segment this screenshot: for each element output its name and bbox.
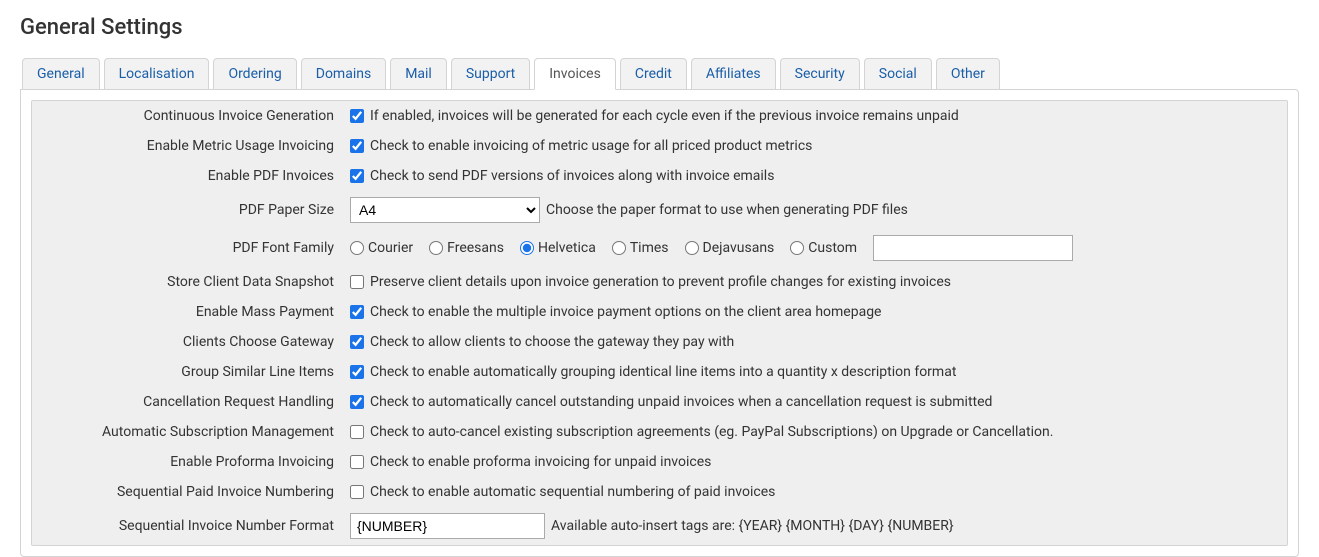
tab-general[interactable]: General: [22, 58, 100, 90]
tab-support[interactable]: Support: [451, 58, 530, 90]
settings-table: Continuous Invoice Generation If enabled…: [31, 100, 1288, 546]
row-proforma: Enable Proforma Invoicing Check to enabl…: [32, 447, 1287, 477]
tab-ordering[interactable]: Ordering: [213, 58, 296, 90]
desc-pdf-invoices: Check to send PDF versions of invoices a…: [370, 168, 774, 184]
radio-font-custom[interactable]: [790, 241, 804, 255]
radio-label-helvetica: Helvetica: [538, 240, 596, 256]
checkbox-continuous-invoice[interactable]: [350, 109, 364, 123]
desc-snapshot: Preserve client details upon invoice gen…: [370, 274, 951, 290]
tab-affiliates[interactable]: Affiliates: [691, 58, 776, 90]
label-sequential-numbering: Sequential Paid Invoice Numbering: [32, 480, 342, 504]
tab-credit[interactable]: Credit: [620, 58, 687, 90]
desc-gateway: Check to allow clients to choose the gat…: [370, 334, 734, 350]
row-cancellation: Cancellation Request Handling Check to a…: [32, 387, 1287, 417]
desc-subscription: Check to auto-cancel existing subscripti…: [370, 424, 1053, 440]
label-number-format: Sequential Invoice Number Format: [32, 514, 342, 538]
radio-label-courier: Courier: [368, 240, 413, 256]
radio-font-dejavusans[interactable]: [685, 241, 699, 255]
tabs-bar: General Localisation Ordering Domains Ma…: [22, 58, 1299, 90]
tab-other[interactable]: Other: [936, 58, 1000, 90]
checkbox-snapshot[interactable]: [350, 275, 364, 289]
row-gateway: Clients Choose Gateway Check to allow cl…: [32, 327, 1287, 357]
checkbox-pdf-invoices[interactable]: [350, 169, 364, 183]
row-continuous-invoice: Continuous Invoice Generation If enabled…: [32, 101, 1287, 131]
select-paper-size[interactable]: A4: [350, 197, 540, 223]
row-group-items: Group Similar Line Items Check to enable…: [32, 357, 1287, 387]
radio-font-times[interactable]: [612, 241, 626, 255]
checkbox-sequential-numbering[interactable]: [350, 485, 364, 499]
desc-continuous-invoice: If enabled, invoices will be generated f…: [370, 108, 959, 124]
checkbox-metric-usage[interactable]: [350, 139, 364, 153]
checkbox-mass-payment[interactable]: [350, 305, 364, 319]
tab-invoices[interactable]: Invoices: [534, 58, 616, 90]
row-number-format: Sequential Invoice Number Format Availab…: [32, 507, 1287, 545]
label-group-items: Group Similar Line Items: [32, 360, 342, 384]
tab-social[interactable]: Social: [864, 58, 932, 90]
row-metric-usage: Enable Metric Usage Invoicing Check to e…: [32, 131, 1287, 161]
checkbox-proforma[interactable]: [350, 455, 364, 469]
radio-label-dejavusans: Dejavusans: [703, 240, 775, 256]
radio-font-freesans[interactable]: [429, 241, 443, 255]
radio-label-times: Times: [630, 240, 669, 256]
row-font-family: PDF Font Family Courier Freesans: [32, 229, 1287, 267]
desc-paper-size: Choose the paper format to use when gene…: [546, 202, 908, 218]
label-proforma: Enable Proforma Invoicing: [32, 450, 342, 474]
label-metric-usage: Enable Metric Usage Invoicing: [32, 134, 342, 158]
label-continuous-invoice: Continuous Invoice Generation: [32, 104, 342, 128]
radio-label-freesans: Freesans: [447, 240, 504, 256]
radio-font-helvetica[interactable]: [520, 241, 534, 255]
label-mass-payment: Enable Mass Payment: [32, 300, 342, 324]
tab-domains[interactable]: Domains: [301, 58, 386, 90]
desc-metric-usage: Check to enable invoicing of metric usag…: [370, 138, 812, 154]
row-snapshot: Store Client Data Snapshot Preserve clie…: [32, 267, 1287, 297]
radio-font-courier[interactable]: [350, 241, 364, 255]
label-snapshot: Store Client Data Snapshot: [32, 270, 342, 294]
label-gateway: Clients Choose Gateway: [32, 330, 342, 354]
desc-cancellation: Check to automatically cancel outstandin…: [370, 394, 992, 410]
checkbox-subscription[interactable]: [350, 425, 364, 439]
row-subscription: Automatic Subscription Management Check …: [32, 417, 1287, 447]
page-title: General Settings: [20, 15, 1299, 40]
checkbox-group-items[interactable]: [350, 365, 364, 379]
tab-security[interactable]: Security: [780, 58, 860, 90]
desc-sequential-numbering: Check to enable automatic sequential num…: [370, 484, 775, 500]
checkbox-cancellation[interactable]: [350, 395, 364, 409]
tab-mail[interactable]: Mail: [390, 58, 447, 90]
row-mass-payment: Enable Mass Payment Check to enable the …: [32, 297, 1287, 327]
radio-group-font: Courier Freesans Helvetica Times: [350, 235, 1073, 261]
label-font-family: PDF Font Family: [32, 236, 342, 260]
input-number-format[interactable]: [350, 513, 545, 539]
row-sequential-numbering: Sequential Paid Invoice Numbering Check …: [32, 477, 1287, 507]
desc-mass-payment: Check to enable the multiple invoice pay…: [370, 304, 882, 320]
desc-group-items: Check to enable automatically grouping i…: [370, 364, 956, 380]
checkbox-gateway[interactable]: [350, 335, 364, 349]
desc-proforma: Check to enable proforma invoicing for u…: [370, 454, 711, 470]
settings-panel: Continuous Invoice Generation If enabled…: [20, 89, 1299, 557]
label-cancellation: Cancellation Request Handling: [32, 390, 342, 414]
row-paper-size: PDF Paper Size A4 Choose the paper forma…: [32, 191, 1287, 229]
label-pdf-invoices: Enable PDF Invoices: [32, 164, 342, 188]
desc-number-format: Available auto-insert tags are: {YEAR} {…: [551, 518, 954, 534]
row-pdf-invoices: Enable PDF Invoices Check to send PDF ve…: [32, 161, 1287, 191]
radio-label-custom: Custom: [808, 240, 857, 256]
label-subscription: Automatic Subscription Management: [32, 420, 342, 444]
input-font-custom[interactable]: [873, 235, 1073, 261]
tab-localisation[interactable]: Localisation: [104, 58, 210, 90]
label-paper-size: PDF Paper Size: [32, 198, 342, 222]
